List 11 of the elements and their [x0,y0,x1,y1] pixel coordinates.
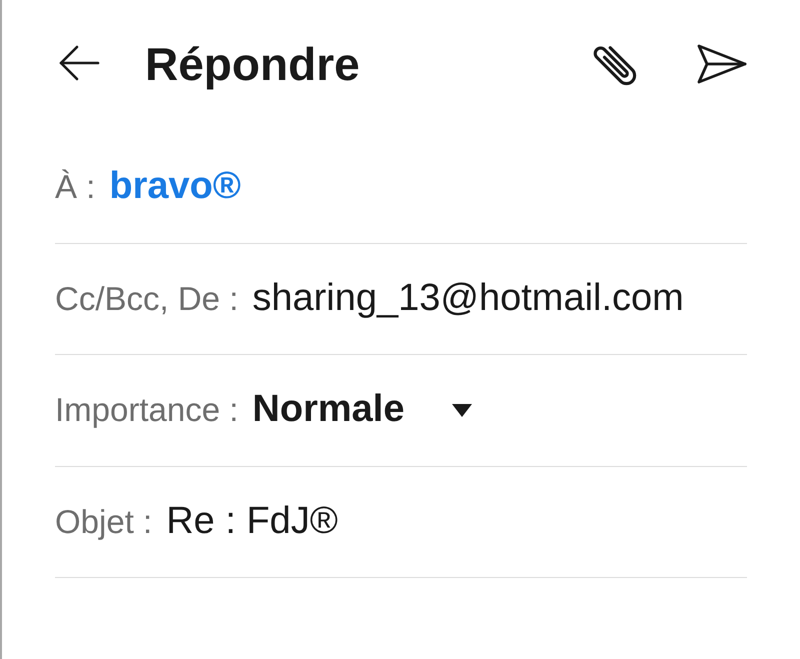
recipient-field[interactable]: bravo® [109,164,241,210]
send-icon[interactable] [696,43,748,85]
dropdown-field[interactable]: Normale [252,387,472,434]
input-field[interactable]: sharing_13@hotmail.com [252,276,684,322]
field-label: À : [55,167,96,208]
field-label: Importance : [55,390,238,430]
field-label: Objet : [55,502,152,542]
screen-title: Répondre [145,38,360,90]
input-field[interactable]: Re : FdJ® [166,498,338,545]
field-label: Cc/Bcc, De : [55,278,238,319]
caret-icon [452,404,472,417]
